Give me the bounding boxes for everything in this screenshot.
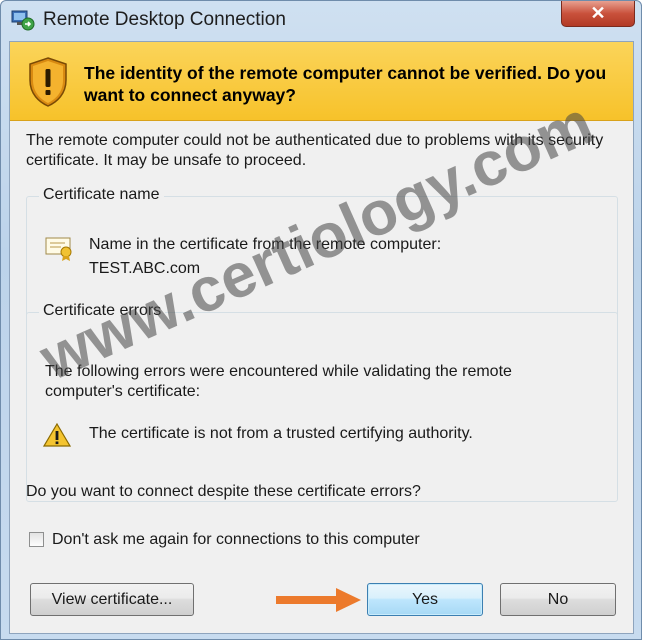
certificate-error-item: The certificate is not from a trusted ce… [89,425,473,442]
certificate-errors-label: Certificate errors [39,302,166,320]
certificate-errors-intro: The following errors were encountered wh… [45,363,512,400]
no-button[interactable]: No [500,583,616,616]
title-bar[interactable]: Remote Desktop Connection ✕ [1,1,641,41]
confirm-question: Do you want to connect despite these cer… [26,483,421,500]
yes-button[interactable]: Yes [367,583,483,616]
warning-banner: The identity of the remote computer cann… [10,42,633,121]
close-button[interactable]: ✕ [561,1,635,27]
dialog-window: Remote Desktop Connection ✕ The identity… [0,0,642,640]
view-certificate-button[interactable]: View certificate... [30,583,194,616]
dont-ask-checkbox-label[interactable]: Don't ask me again for connections to th… [52,531,420,549]
certificate-name-description: Name in the certificate from the remote … [89,236,442,253]
certificate-errors-group: Certificate errors The following errors … [26,302,618,502]
banner-heading: The identity of the remote computer cann… [84,63,607,105]
warning-triangle-icon [43,423,71,447]
warning-shield-icon [29,57,67,107]
dialog-body: The identity of the remote computer cann… [9,41,634,634]
remote-desktop-icon [11,10,35,31]
intro-text: The remote computer could not be authent… [26,132,604,169]
arrow-right-icon [276,588,361,612]
certificate-name-label: Certificate name [39,186,164,204]
certificate-name-value: TEST.ABC.com [89,260,201,277]
certificate-icon [45,237,72,261]
dont-ask-checkbox[interactable] [29,532,44,547]
window-title: Remote Desktop Connection [43,9,286,30]
